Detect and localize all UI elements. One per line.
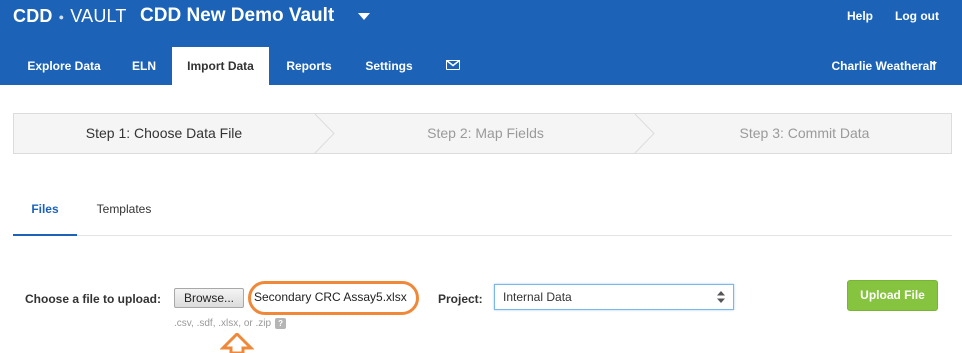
- help-link[interactable]: Help: [847, 9, 873, 23]
- vault-title[interactable]: CDD New Demo Vault: [140, 5, 334, 27]
- app-header: CDD ● VAULT CDD New Demo Vault Help Log ou…: [0, 0, 962, 85]
- top-bar: CDD ● VAULT CDD New Demo Vault Help Log ou…: [0, 0, 962, 36]
- subtab-files[interactable]: Files: [13, 192, 77, 236]
- browse-button[interactable]: Browse...: [174, 288, 244, 308]
- user-menu[interactable]: Charlie Weatherall: [832, 47, 936, 85]
- tab-import-data[interactable]: Import Data: [172, 47, 269, 85]
- arrow-up-annotation-icon: [220, 333, 254, 353]
- project-label: Project:: [438, 292, 483, 306]
- tab-eln[interactable]: ELN: [121, 47, 167, 85]
- file-name-highlight-annotation: [248, 281, 419, 315]
- help-question-icon[interactable]: ?: [275, 318, 287, 329]
- upload-file-button[interactable]: Upload File: [847, 280, 938, 311]
- tab-reports[interactable]: Reports: [276, 47, 342, 85]
- project-select[interactable]: Internal Data: [494, 284, 734, 310]
- choose-file-label: Choose a file to upload:: [25, 292, 162, 306]
- logo-dot: ●: [58, 12, 65, 23]
- step-separator-icon: [634, 114, 655, 153]
- envelope-icon[interactable]: [445, 59, 460, 70]
- import-steps: Step 1: Choose Data File Step 2: Map Fie…: [13, 113, 952, 154]
- user-menu-caret-icon[interactable]: [931, 62, 937, 66]
- step-map-fields: Step 2: Map Fields: [427, 125, 544, 141]
- subtab-templates[interactable]: Templates: [87, 192, 161, 235]
- select-updown-icon: [717, 291, 725, 303]
- cdd-vault-logo[interactable]: CDD ● VAULT: [13, 6, 127, 27]
- logout-link[interactable]: Log out: [895, 9, 939, 23]
- step-choose-data-file: Step 1: Choose Data File: [85, 125, 243, 141]
- tab-explore-data[interactable]: Explore Data: [13, 47, 115, 85]
- main-nav: Explore Data ELN Import Data Reports Set…: [0, 47, 962, 85]
- file-type-hint: .csv, .sdf, .xlsx, or .zip?: [174, 318, 287, 329]
- tab-settings[interactable]: Settings: [356, 47, 422, 85]
- project-select-value: Internal Data: [503, 290, 572, 304]
- import-subtabs: Files Templates: [13, 192, 952, 236]
- vault-switcher-caret-icon[interactable]: [358, 13, 370, 20]
- step-separator-icon: [314, 114, 335, 153]
- step-commit-data: Step 3: Commit Data: [739, 125, 870, 141]
